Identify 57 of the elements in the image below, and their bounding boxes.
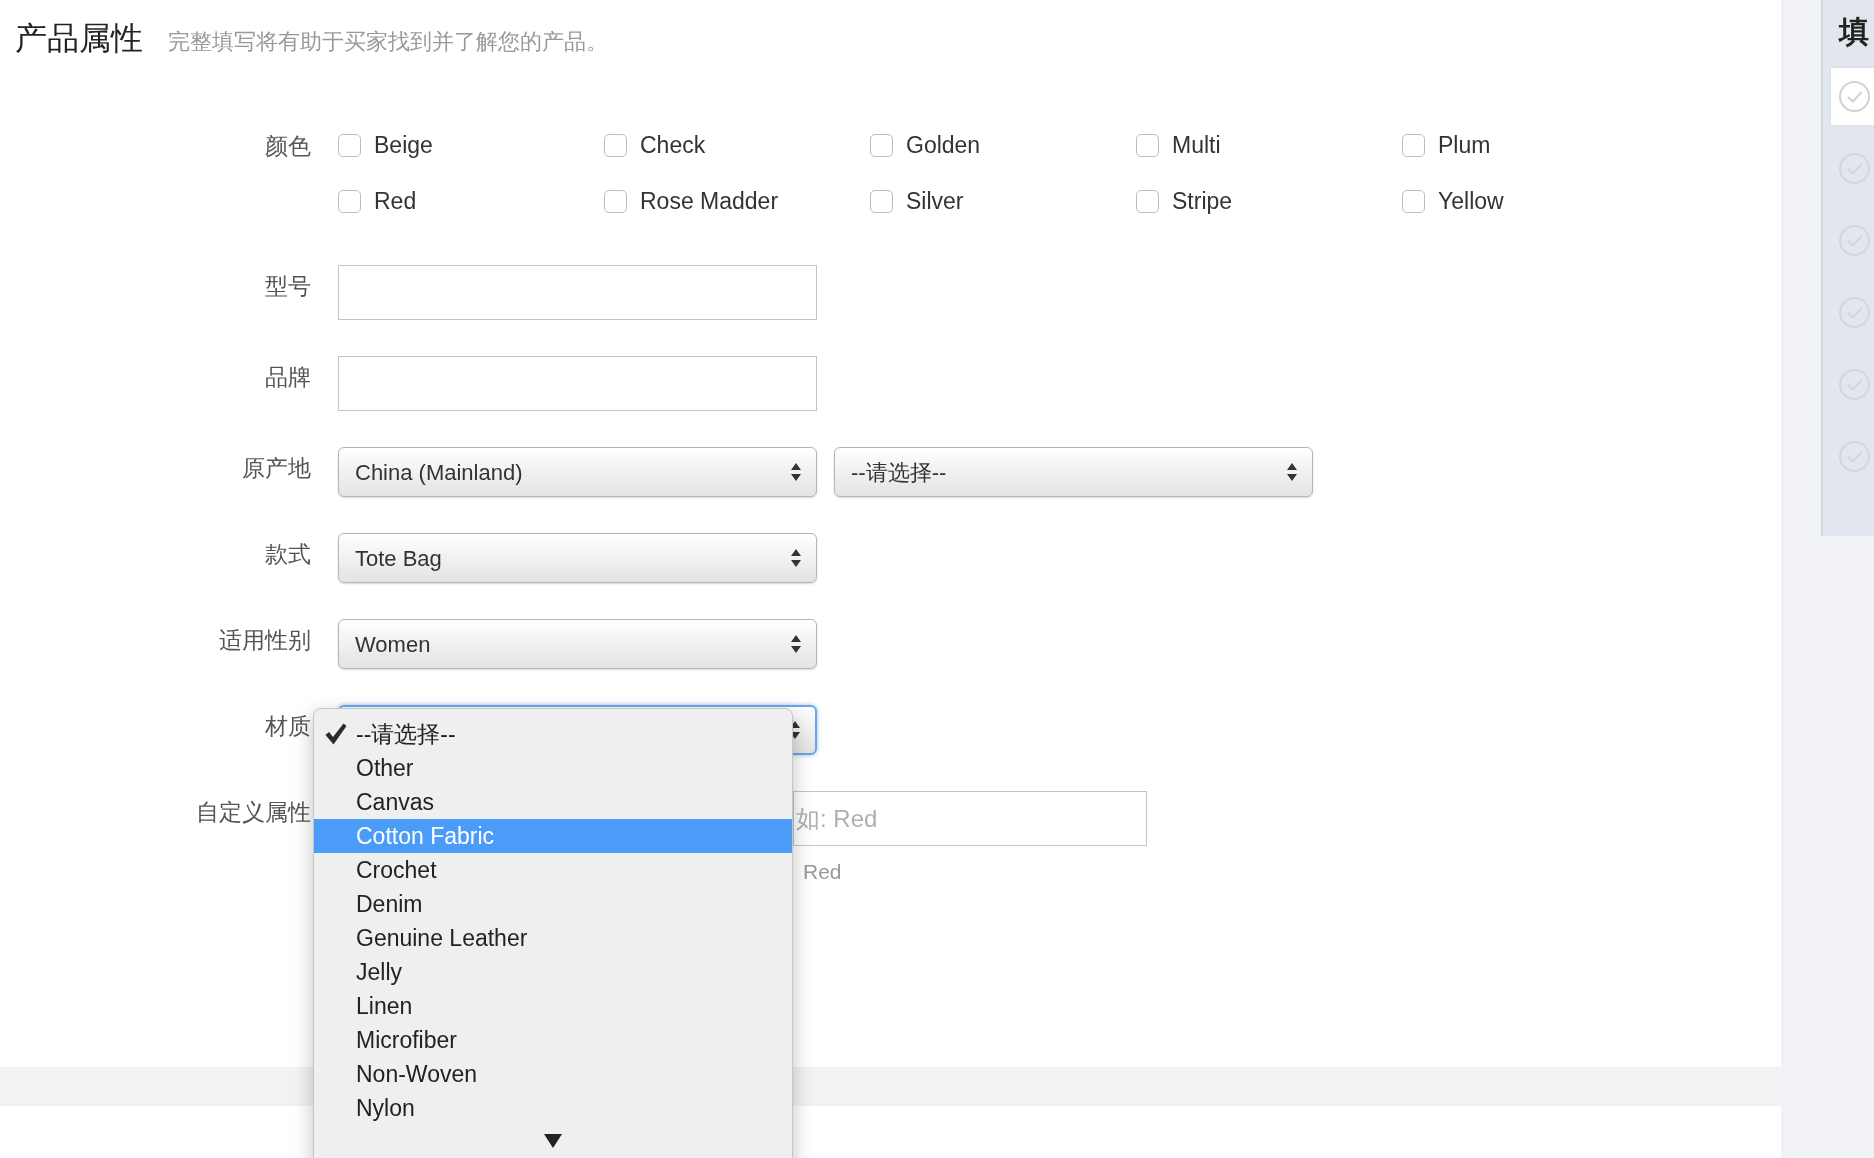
check-circle-icon (1839, 81, 1870, 112)
up-down-arrows-icon (791, 549, 801, 567)
checkbox-label: Red (374, 186, 417, 216)
checkbox[interactable] (1402, 133, 1425, 157)
checkbox-label: Plum (1438, 130, 1491, 160)
side-panel-title: 填 (1839, 14, 1870, 50)
dropdown-option[interactable]: Linen (314, 989, 792, 1023)
checkbox[interactable] (338, 133, 361, 157)
checkbox-label: Check (640, 130, 706, 160)
checkbox[interactable] (604, 189, 627, 213)
scroll-down-arrow-icon[interactable] (544, 1134, 562, 1148)
checkbox[interactable] (1136, 189, 1159, 213)
checkbox-label: Multi (1172, 130, 1221, 160)
select-dropdown[interactable]: Women (338, 619, 817, 669)
dropdown-option[interactable]: --请选择-- (314, 717, 792, 751)
dropdown-option[interactable]: Crochet (314, 853, 792, 887)
text-input[interactable] (338, 356, 817, 411)
dropdown-option[interactable]: Other (314, 751, 792, 785)
dropdown-option[interactable]: Genuine Leather (314, 921, 792, 955)
dropdown-option[interactable]: Microfiber (314, 1023, 792, 1057)
select-dropdown[interactable]: Tote Bag (338, 533, 817, 583)
dropdown-option[interactable]: Nylon (314, 1091, 792, 1125)
dropdown-option[interactable]: Denim (314, 887, 792, 921)
up-down-arrows-icon (791, 463, 801, 481)
checkbox-label: Yellow (1438, 186, 1504, 216)
checkbox[interactable] (338, 189, 361, 213)
hint-text: Red (803, 859, 842, 885)
checkbox-label: Golden (906, 130, 981, 160)
field-label: 颜色 (265, 132, 311, 161)
field-label: 型号 (265, 272, 311, 301)
field-label: 自定义属性 (196, 798, 311, 827)
field-label: 款式 (265, 540, 311, 569)
checkbox-label: Stripe (1172, 186, 1233, 216)
field-label: 材质 (265, 712, 311, 741)
checkbox-label: Beige (374, 130, 433, 160)
checkbox-label: Silver (906, 186, 964, 216)
checkbox[interactable] (1136, 133, 1159, 157)
up-down-arrows-icon (791, 635, 801, 653)
up-down-arrows-icon (1287, 463, 1297, 481)
field-label: 品牌 (265, 363, 311, 392)
dropdown-option[interactable]: Canvas (314, 785, 792, 819)
checkbox[interactable] (1402, 189, 1425, 213)
dropdown-option[interactable]: Jelly (314, 955, 792, 989)
select-dropdown[interactable]: China (Mainland) (338, 447, 817, 497)
section-subtitle: 完整填写将有助于买家找到并了解您的产品。 (168, 28, 608, 56)
section-title: 产品属性 (15, 19, 143, 58)
attribute-value-input[interactable]: 如: Red (793, 791, 1147, 846)
checkbox-label: Rose Madder (640, 186, 779, 216)
dropdown-option[interactable]: Non-Woven (314, 1057, 792, 1091)
field-label: 原产地 (242, 454, 311, 483)
checkbox[interactable] (604, 133, 627, 157)
checkbox[interactable] (870, 133, 893, 157)
checkbox[interactable] (870, 189, 893, 213)
side-nav-item[interactable] (1831, 68, 1874, 125)
text-input[interactable] (338, 265, 817, 320)
select-dropdown[interactable]: --请选择-- (834, 447, 1313, 497)
field-label: 适用性别 (219, 626, 311, 655)
